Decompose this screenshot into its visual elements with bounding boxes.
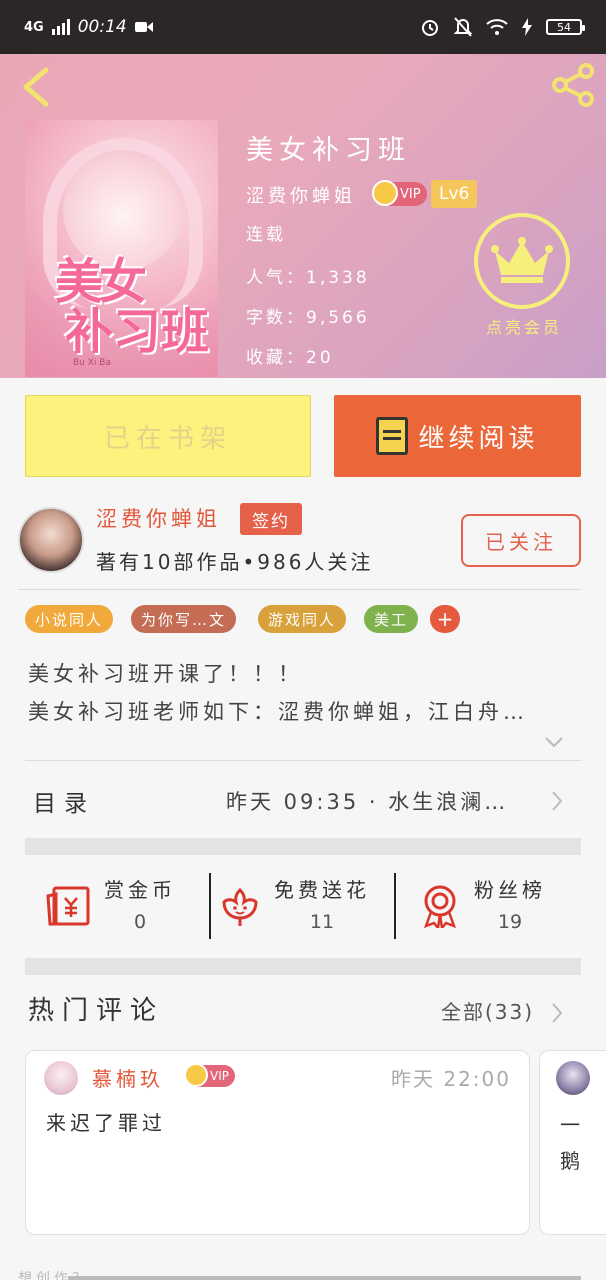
commenter-avatar[interactable] [44, 1061, 78, 1095]
divider [394, 873, 396, 939]
vip-member-label[interactable]: 点亮会员 [474, 314, 574, 338]
chevron-right-icon[interactable] [551, 1002, 563, 1024]
section-separator [25, 958, 581, 975]
in-bookshelf-button[interactable]: 已在书架 [25, 395, 311, 477]
charging-icon [522, 18, 532, 36]
comment-card[interactable]: 一 鹅 [539, 1050, 606, 1235]
crown-icon [372, 180, 398, 206]
tag-art[interactable]: 美工 [364, 605, 419, 633]
section-separator [25, 838, 581, 855]
alarm-icon [422, 20, 438, 36]
battery-indicator: 54 [546, 19, 585, 35]
chevron-down-icon[interactable] [544, 736, 564, 748]
author-avatar[interactable] [18, 507, 84, 573]
vip-badge: VIP [184, 1063, 235, 1087]
crown-icon [491, 237, 553, 283]
book-popularity: 人气：1,338 [246, 268, 370, 288]
divider [18, 589, 581, 590]
tag-write-for-you[interactable]: 为你写…文 [131, 605, 237, 633]
book-detail-page: 4G 00:14 54 美女 补习班 Bu Xi Ba 美女补习班 涩费你蝉姐 … [0, 0, 606, 1280]
clock: 00:14 [77, 17, 127, 37]
video-record-icon [134, 22, 153, 32]
book-favorites: 收藏：20 [246, 348, 334, 368]
signal-icon [51, 19, 70, 35]
toc-label[interactable]: 目录 [33, 784, 95, 818]
book-title: 美女补习班 [246, 135, 411, 166]
author-stats: 著有10部作品•986人关注 [96, 550, 374, 574]
book-author[interactable]: 涩费你蝉姐 [246, 182, 356, 208]
commenter-avatar[interactable] [556, 1061, 590, 1095]
reward-coins[interactable]: 赏金币 0 [46, 872, 176, 940]
comment-time: 昨天 22:00 [391, 1067, 511, 1091]
cover-pinyin: Bu Xi Ba [73, 358, 111, 368]
wifi-icon [486, 19, 508, 35]
mute-icon [454, 17, 472, 37]
book-icon [376, 417, 409, 455]
toc-latest-chapter[interactable]: 昨天 09:35 · 水生浪澜… [226, 786, 508, 816]
red-envelope-icon [46, 886, 90, 926]
comment-card[interactable]: 慕楠玖 VIP 昨天 22:00 来迟了罪过 [25, 1050, 530, 1235]
status-bar: 4G 00:14 54 [0, 0, 606, 54]
all-comments-link[interactable]: 全部(33) [441, 996, 534, 1025]
vip-member-button[interactable] [474, 213, 570, 309]
continue-reading-button[interactable]: 继续阅读 [334, 395, 581, 477]
medal-icon [423, 885, 457, 928]
signed-badge: 签约 [240, 503, 302, 535]
vip-badge: VIP [372, 180, 427, 206]
book-word-count: 字数：9,566 [246, 308, 370, 328]
crown-icon [184, 1063, 208, 1087]
divider [25, 760, 581, 761]
bottom-bar [68, 1276, 581, 1280]
fan-ranking[interactable]: 粉丝榜 19 [420, 872, 546, 940]
hot-comments-title: 热门评论 [28, 996, 165, 1026]
divider [209, 873, 211, 939]
cover-title-line2: 补习班 [65, 304, 210, 360]
flower-icon [222, 887, 258, 926]
share-icon[interactable] [550, 62, 596, 108]
book-status: 连载 [246, 225, 286, 245]
comment-text: 来迟了罪过 [46, 1111, 166, 1135]
tag-game-fanfic[interactable]: 游戏同人 [258, 605, 347, 633]
author-name[interactable]: 涩费你蝉姐 [96, 503, 221, 533]
book-cover[interactable]: 美女 补习班 Bu Xi Ba [25, 120, 218, 377]
free-flowers[interactable]: 免费送花 11 [220, 872, 370, 940]
add-tag-button[interactable]: + [430, 605, 460, 633]
back-arrow-icon[interactable] [18, 66, 52, 108]
network-indicator: 4G [24, 19, 44, 35]
level-badge: Lv6 [431, 180, 478, 208]
tag-fanfic[interactable]: 小说同人 [25, 605, 114, 633]
cover-title-line1: 美女 [55, 254, 147, 310]
follow-button[interactable]: 已关注 [461, 514, 581, 567]
comment-text: 一 鹅 [560, 1113, 580, 1173]
description-line-2: 美女补习班老师如下：涩费你蝉姐，江白舟… [28, 700, 528, 724]
description-line-1: 美女补习班开课了！！！ [28, 662, 303, 686]
chevron-right-icon[interactable] [551, 790, 563, 812]
commenter-name[interactable]: 慕楠玖 [92, 1063, 164, 1092]
